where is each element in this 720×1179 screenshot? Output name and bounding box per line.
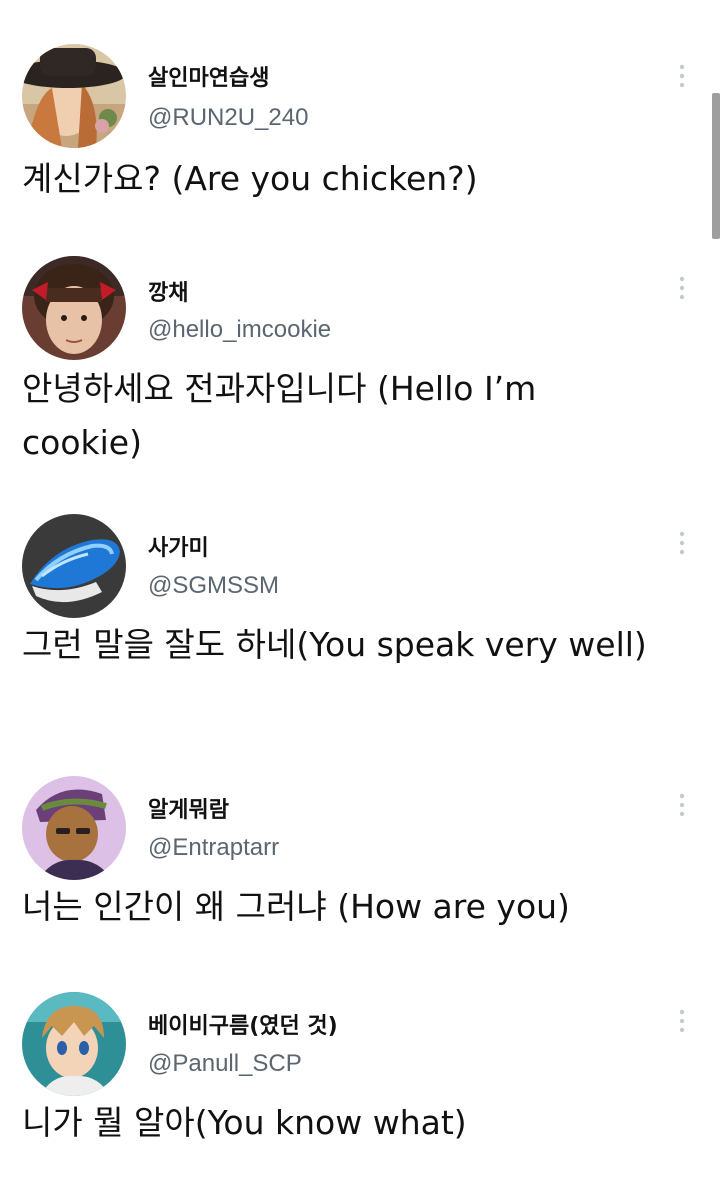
avatar-anime-boy-icon <box>22 992 126 1096</box>
vertical-ellipsis-icon <box>679 64 685 88</box>
tweet-item[interactable]: 베이비구름(였던 것) @Panull_SCP 니가 뭘 알아(You know… <box>0 988 720 1179</box>
tweet-text: 너는 인간이 왜 그러냐 (How are you) <box>22 887 570 926</box>
more-options-button[interactable] <box>668 787 696 823</box>
avatar-illustrated-girl-hat-icon <box>22 44 126 148</box>
tweet-item[interactable]: 살인마연습생 @RUN2U_240 계신가요? (Are you chicken… <box>0 0 720 250</box>
avatar[interactable] <box>22 256 126 360</box>
more-options-button[interactable] <box>668 58 696 94</box>
avatar[interactable] <box>22 776 126 880</box>
avatar[interactable] <box>22 44 126 148</box>
user-handle[interactable]: @RUN2U_240 <box>148 104 308 132</box>
avatar-girl-red-bows-icon <box>22 256 126 360</box>
tweet-item[interactable]: 사가미 @SGMSSM 그런 말을 잘도 하네(You speak very w… <box>0 510 720 772</box>
user-handle[interactable]: @hello_imcookie <box>148 316 331 344</box>
display-name[interactable]: 깡채 <box>148 275 188 307</box>
user-handle[interactable]: @Entraptarr <box>148 834 279 862</box>
vertical-ellipsis-icon <box>679 1009 685 1033</box>
vertical-ellipsis-icon <box>679 793 685 817</box>
tweet-item[interactable]: 알게뭐람 @Entraptarr 너는 인간이 왜 그러냐 (How are y… <box>0 772 720 988</box>
display-name[interactable]: 사가미 <box>148 530 209 562</box>
display-name[interactable]: 알게뭐람 <box>148 792 229 824</box>
tweet-item[interactable]: 깡채 @hello_imcookie 안녕하세요 전과자입니다 (Hello I… <box>0 250 720 510</box>
user-handle[interactable]: @Panull_SCP <box>148 1050 302 1078</box>
scrollbar[interactable] <box>712 93 720 239</box>
tweet-text: 그런 말을 잘도 하네(You speak very well) <box>22 625 647 664</box>
user-handle[interactable]: @SGMSSM <box>148 572 279 600</box>
vertical-ellipsis-icon <box>679 531 685 555</box>
avatar-sushi-icon <box>22 514 126 618</box>
display-name[interactable]: 살인마연습생 <box>148 60 269 92</box>
more-options-button[interactable] <box>668 525 696 561</box>
more-options-button[interactable] <box>668 1003 696 1039</box>
tweet-feed: 살인마연습생 @RUN2U_240 계신가요? (Are you chicken… <box>0 0 720 1179</box>
avatar[interactable] <box>22 992 126 1096</box>
tweet-text: 안녕하세요 전과자입니다 (Hello I’m cookie) <box>22 369 547 462</box>
tweet-text: 계신가요? (Are you chicken?) <box>22 159 478 198</box>
more-options-button[interactable] <box>668 270 696 306</box>
avatar[interactable] <box>22 514 126 618</box>
tweet-text: 니가 뭘 알아(You know what) <box>22 1103 467 1142</box>
avatar-cartoon-character-icon <box>22 776 126 880</box>
display-name[interactable]: 베이비구름(였던 것) <box>148 1008 338 1040</box>
vertical-ellipsis-icon <box>679 276 685 300</box>
